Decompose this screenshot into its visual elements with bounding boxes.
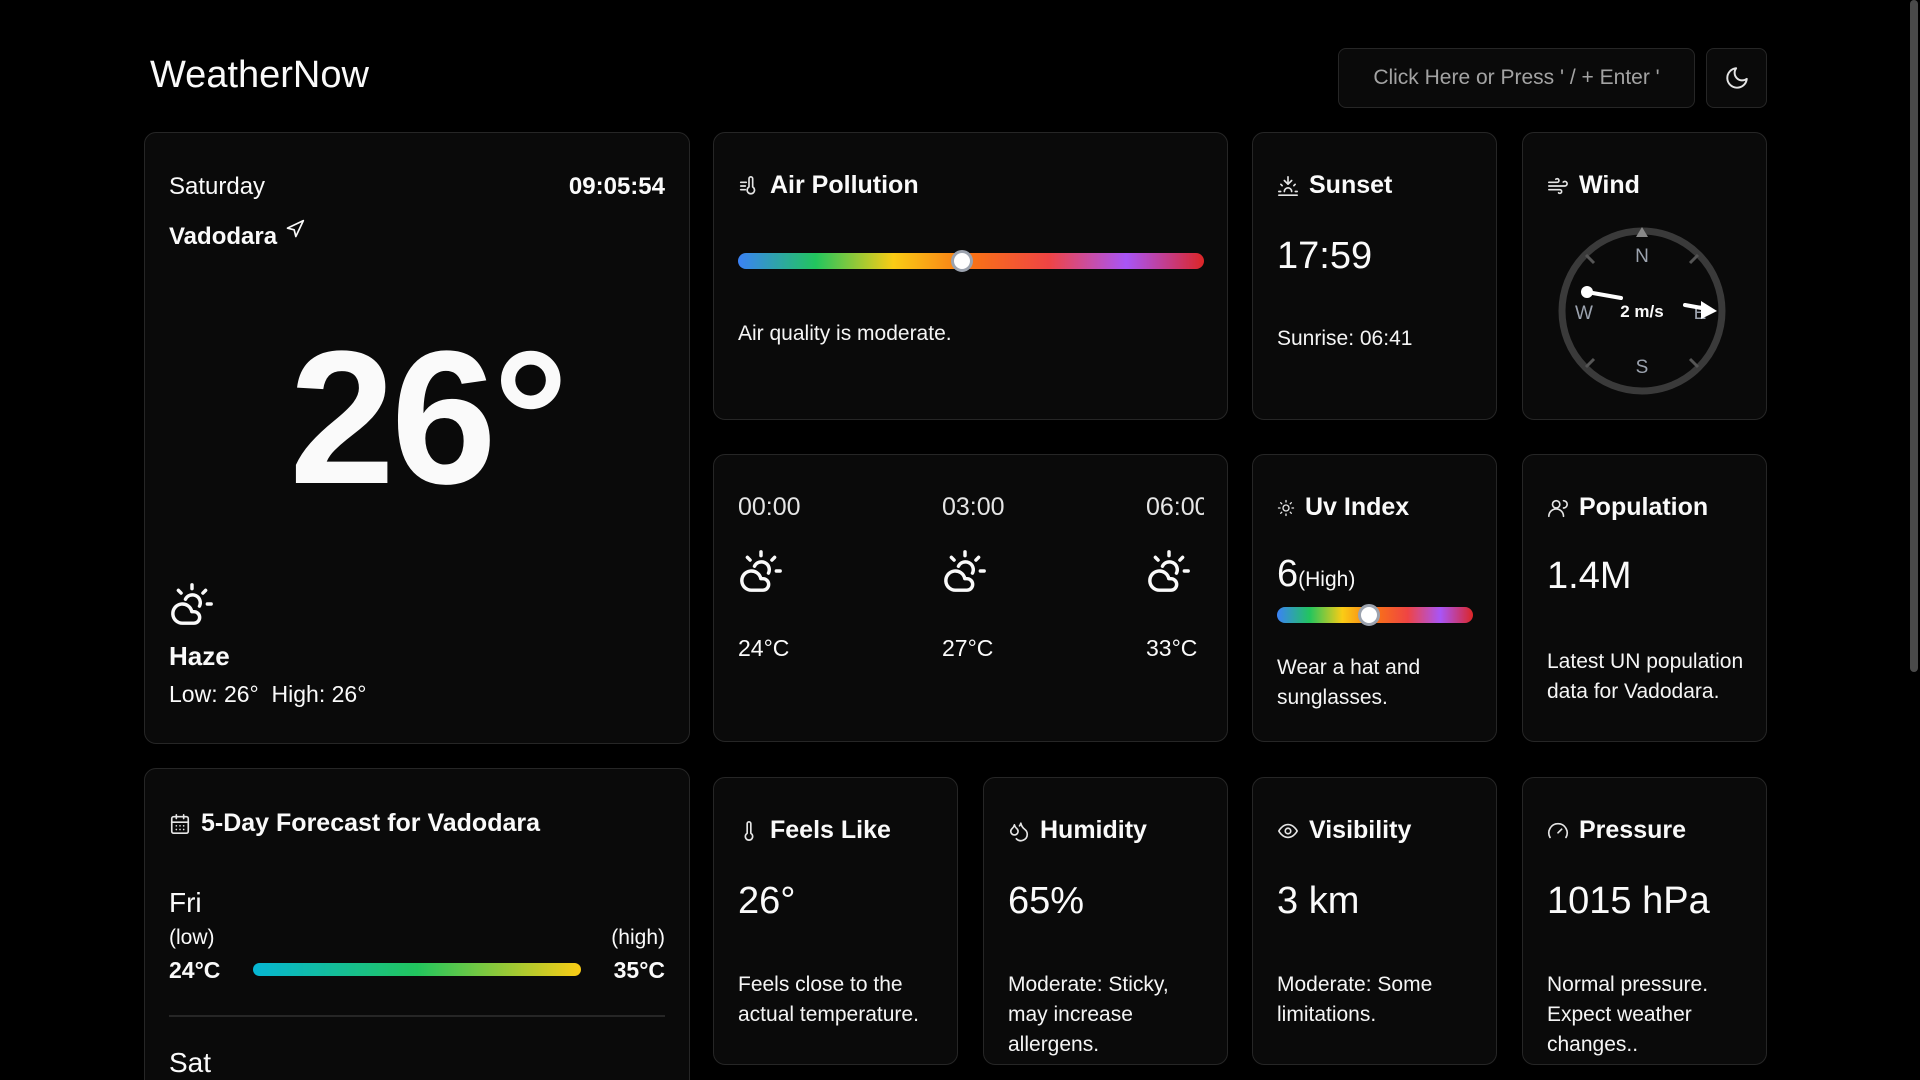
wind-title: Wind <box>1547 173 1640 198</box>
air-pollution-card: Air Pollution Air quality is moderate. <box>713 132 1228 420</box>
uv-index-card: Uv Index 6 (High) Wear a hat and sunglas… <box>1252 454 1497 742</box>
pressure-title: Pressure <box>1547 818 1686 843</box>
forecast-day: Sat <box>169 1047 212 1078</box>
hourly-time: 06:00 <box>1146 495 1204 521</box>
thermometer-icon <box>744 820 754 841</box>
current-day: Saturday <box>169 173 266 200</box>
uv-value: 6 <box>1277 553 1299 595</box>
hourly-item: 03:00 27°C <box>942 495 1062 660</box>
compass-north: N <box>1635 246 1649 267</box>
uv-description: Wear a hat and sunglasses. <box>1277 656 1421 709</box>
gauge-icon <box>1548 822 1568 838</box>
feels-like-description: Feels close to the actual temperature. <box>738 973 919 1026</box>
hourly-item: 06:00 33°C <box>1146 495 1204 660</box>
wind-icon <box>1548 177 1568 194</box>
visibility-card: Visibility 3 km Moderate: Some limitatio… <box>1252 777 1497 1065</box>
moon-icon <box>1725 67 1748 89</box>
uv-value-row: 6 (High) <box>1277 555 1355 593</box>
air-quality-bar <box>738 250 1204 272</box>
hourly-time: 03:00 <box>942 493 1005 521</box>
cloud-sun-icon <box>171 583 213 625</box>
hourly-item: 00:00 24°C <box>738 495 858 660</box>
humidity-value: 65% <box>1008 880 1085 922</box>
sunset-icon <box>1278 175 1298 196</box>
sun-icon <box>1277 499 1295 516</box>
population-card: Population 1.4M Latest UN population dat… <box>1522 454 1767 742</box>
sunset-title: Sunset <box>1277 173 1392 198</box>
forecast-high-label: (high) <box>611 926 665 949</box>
app-title: WeatherNow <box>150 54 369 96</box>
air-quality-indicator <box>950 250 973 272</box>
forecast-low-temp: 24°C <box>169 957 221 983</box>
theme-toggle-button[interactable] <box>1706 48 1767 108</box>
calendar-icon <box>170 813 190 834</box>
droplets-icon <box>1009 821 1029 841</box>
city-name: Vadodara <box>169 223 278 250</box>
uv-index-indicator <box>1358 604 1381 626</box>
search-button[interactable]: Click Here or Press ' / + Enter ' <box>1338 48 1695 108</box>
air-pollution-title: Air Pollution <box>738 173 919 198</box>
feels-like-value: 26° <box>738 880 796 922</box>
visibility-title: Visibility <box>1277 818 1411 843</box>
pressure-card: Pressure 1015 hPa Normal pressure. Expec… <box>1522 777 1767 1065</box>
cloud-sun-icon <box>944 550 986 592</box>
five-day-forecast-card: 5-Day Forecast for Vadodara Fri (low) (h… <box>144 768 690 1080</box>
current-time: 09:05:54 <box>568 173 665 200</box>
uv-level: (High) <box>1298 568 1356 591</box>
wind-speed: 2 m/s <box>1620 302 1663 321</box>
condition-text: Haze <box>169 641 230 671</box>
forecast-low-label: (low) <box>169 926 215 949</box>
humidity-card: Humidity 65% Moderate: Sticky, may incre… <box>983 777 1228 1065</box>
wind-compass: N S W E 2 m/s <box>1558 227 1726 395</box>
visibility-description: Moderate: Some limitations. <box>1277 973 1433 1026</box>
population-title: Population <box>1547 495 1708 520</box>
uv-index-bar <box>1277 604 1473 626</box>
current-temperature: 26° <box>289 312 568 524</box>
forecast-temp-range-bar <box>253 963 581 976</box>
feels-like-title: Feels Like <box>738 818 891 843</box>
uv-index-title: Uv Index <box>1277 495 1409 520</box>
hourly-temp: 27°C <box>942 635 994 661</box>
location-arrow-icon <box>286 219 305 238</box>
hourly-forecast-card: 00:00 24°C 03:00 27°C 06:00 33°C <box>713 454 1228 742</box>
hourly-temp: 24°C <box>738 635 790 661</box>
air-quality-description: Air quality is moderate. <box>738 322 952 345</box>
sunset-time: 17:59 <box>1277 235 1373 277</box>
cloud-sun-icon <box>1148 550 1190 592</box>
sunset-card: Sunset 17:59 Sunrise: 06:41 <box>1252 132 1497 420</box>
eye-icon <box>1278 823 1298 838</box>
population-description: Latest UN population data for Vadodara. <box>1547 650 1744 703</box>
humidity-description: Moderate: Sticky, may increase allergens… <box>1008 973 1169 1056</box>
wind-card: Wind N S W E 2 m/s <box>1522 132 1767 420</box>
pressure-value: 1015 hPa <box>1547 880 1710 922</box>
hourly-temp: 33°C <box>1146 635 1198 660</box>
forecast-title: 5-Day Forecast for Vadodara <box>169 811 540 836</box>
hourly-time: 00:00 <box>738 493 801 521</box>
wind-thermometer-icon <box>739 175 756 195</box>
pressure-description: Normal pressure. Expect weather changes.… <box>1547 973 1709 1056</box>
scrollbar-thumb[interactable] <box>1910 0 1918 672</box>
forecast-day: Fri <box>169 887 202 918</box>
humidity-title: Humidity <box>1008 818 1147 843</box>
compass-south: S <box>1636 357 1649 378</box>
cloud-sun-icon <box>740 550 782 592</box>
current-weather-card: Saturday 09:05:54 Vadodara 26° Haze Low:… <box>144 132 690 744</box>
low-high-text: Low: 26° High: 26° <box>169 681 367 707</box>
forecast-day-row: Fri (low) (high) 24°C 35°C <box>169 889 665 997</box>
population-value: 1.4M <box>1547 555 1632 597</box>
user-icon <box>1548 499 1568 517</box>
feels-like-card: Feels Like 26° Feels close to the actual… <box>713 777 958 1065</box>
forecast-high-temp: 35°C <box>613 957 665 983</box>
visibility-value: 3 km <box>1277 880 1360 922</box>
location: Vadodara <box>169 219 305 250</box>
scrollbar[interactable] <box>1908 0 1920 1080</box>
sunrise-time: Sunrise: 06:41 <box>1277 327 1413 350</box>
divider <box>169 1015 665 1017</box>
compass-west: W <box>1575 303 1593 324</box>
